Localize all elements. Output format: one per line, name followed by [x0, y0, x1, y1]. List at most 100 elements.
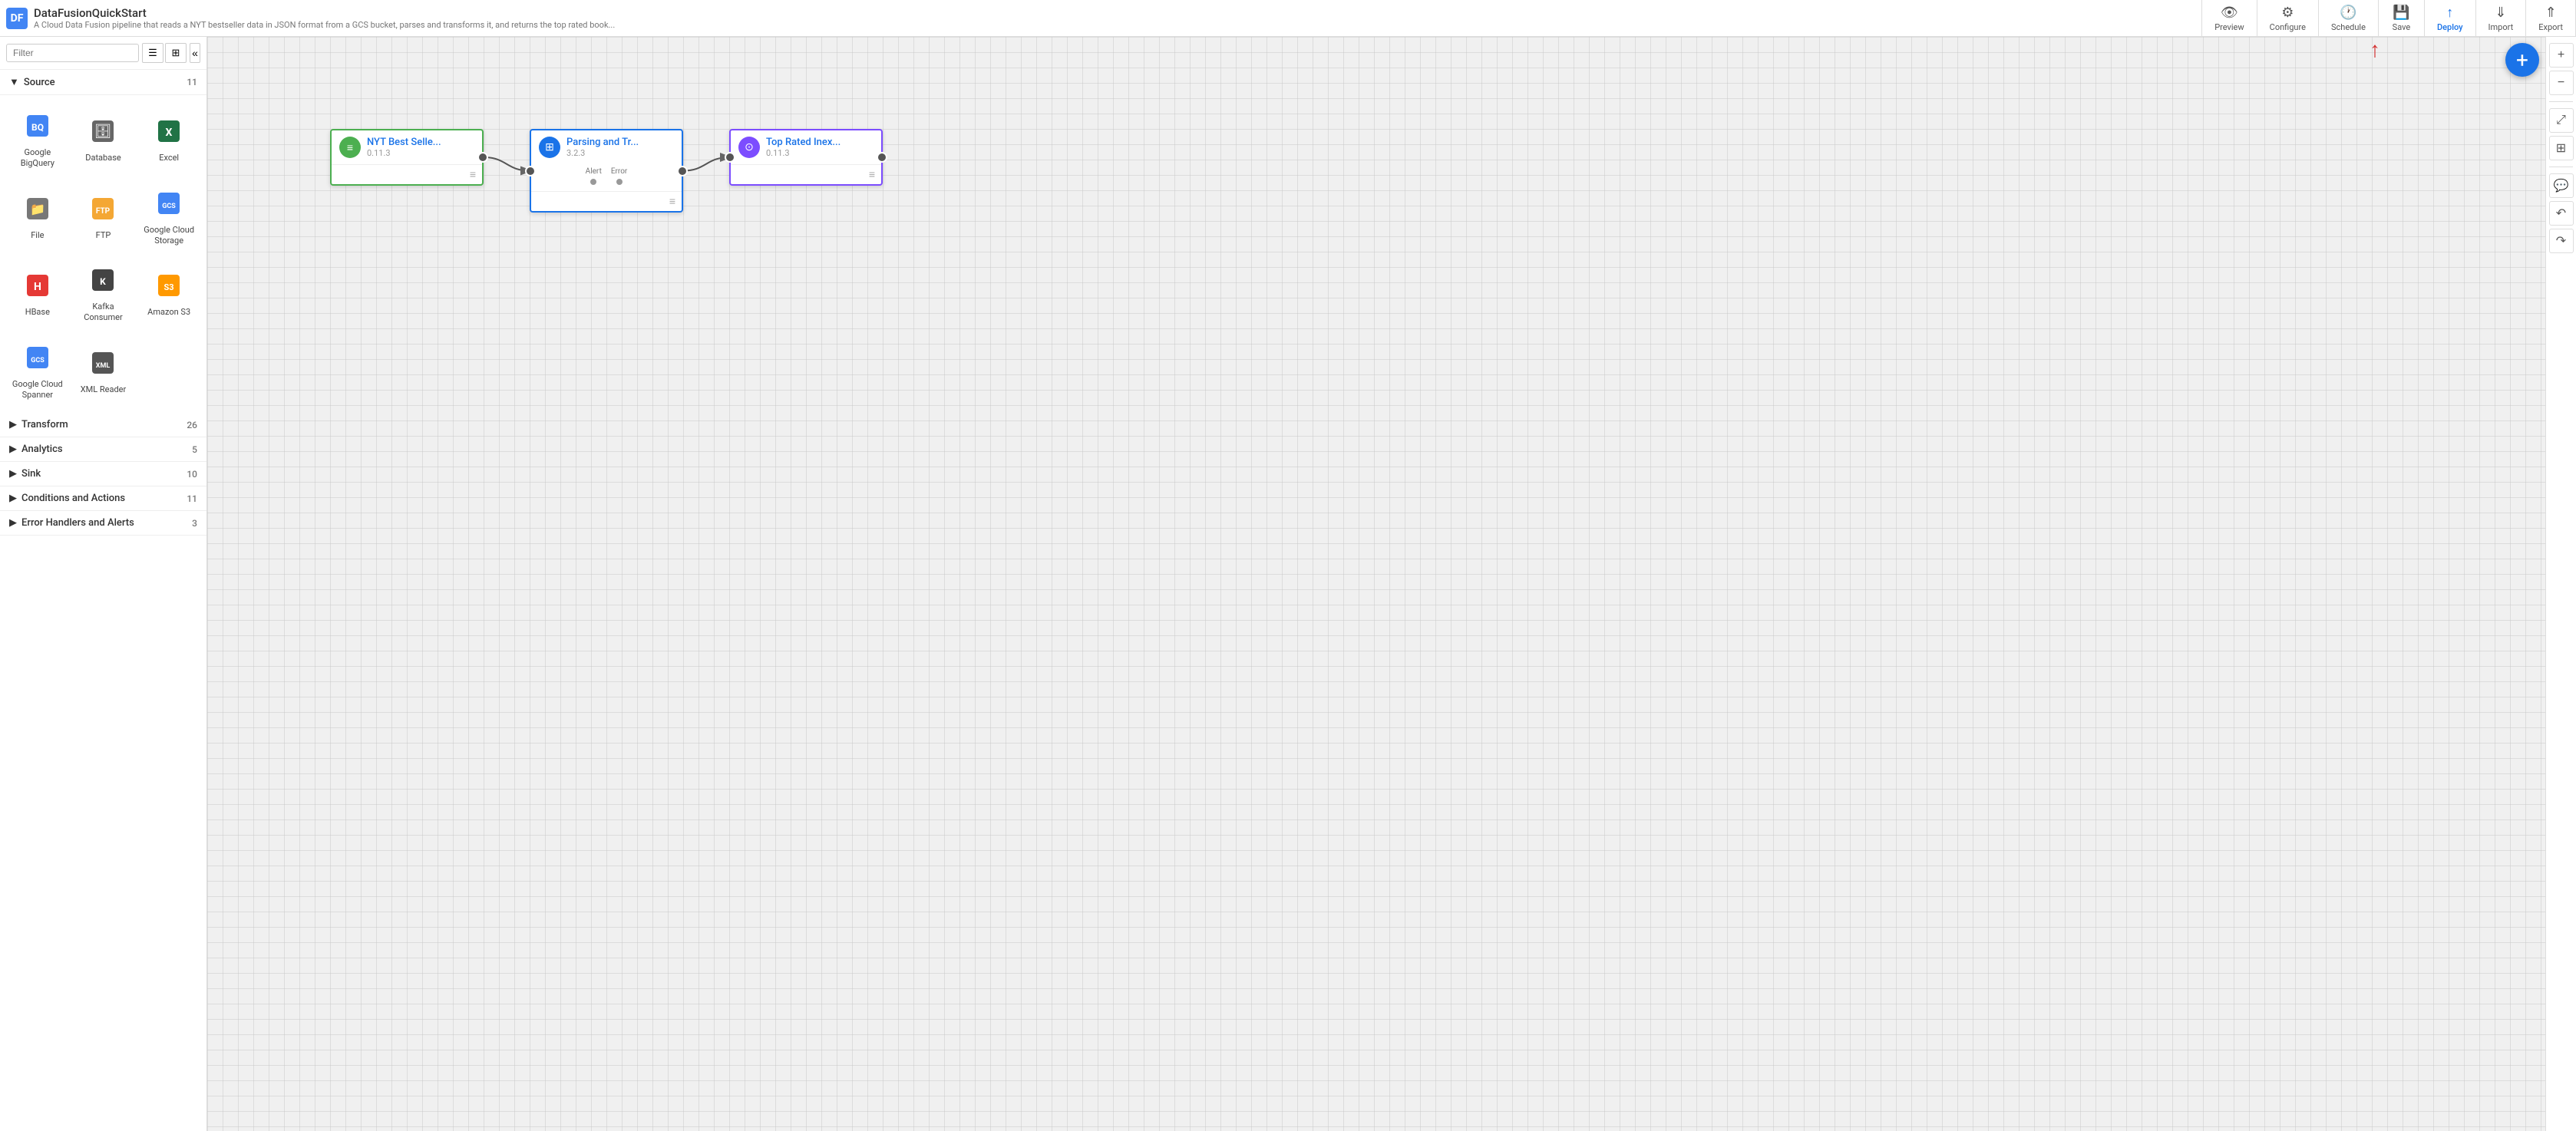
svg-text:📁: 📁	[30, 202, 45, 216]
import-button[interactable]: ⇓Import	[2476, 0, 2527, 37]
toolbar-divider-2	[2549, 101, 2573, 102]
plugin-label-bigquery: Google BigQuery	[9, 147, 66, 170]
sidebar-sections: ▼ Source 11 BQ Google BigQuery 🗄 Databas…	[0, 70, 206, 536]
section-count-analytics: 5	[192, 444, 197, 455]
redo-button[interactable]: ↷	[2549, 229, 2574, 253]
plugin-icon-ftp: FTP	[84, 190, 121, 227]
node-nyt[interactable]: ≡ NYT Best Selle... 0.11.3 ≡	[330, 129, 484, 186]
preview-button[interactable]: 👁Preview	[2202, 0, 2257, 37]
save-button[interactable]: 💾Save	[2379, 0, 2425, 37]
fit-button[interactable]: ⤢	[2549, 108, 2574, 133]
plugin-label-s3: Amazon S3	[147, 307, 190, 318]
plugin-icon-spanner: GCS	[19, 339, 56, 376]
section-count-sink: 10	[187, 469, 197, 480]
section-header-sink[interactable]: ▶ Sink 10	[0, 462, 206, 486]
plugin-excel[interactable]: X Excel	[137, 101, 200, 176]
main-layout: ☰ ⊞ « ▼ Source 11 BQ Google BigQuery 🗄 D…	[0, 37, 2576, 1131]
pipeline-logo-icon: DF	[6, 8, 28, 29]
zoom-out-icon: −	[2558, 76, 2564, 90]
section-header-conditions[interactable]: ▶ Conditions and Actions 11	[0, 486, 206, 511]
canvas-area[interactable]: ≡ NYT Best Selle... 0.11.3 ≡ ⊞ Parsing a…	[207, 37, 2545, 1131]
schedule-button[interactable]: 🕐Schedule	[2319, 0, 2379, 37]
node-menu-icon-parsing[interactable]: ≡	[669, 195, 675, 208]
section-label-error_handlers: Error Handlers and Alerts	[21, 517, 192, 529]
section-header-analytics[interactable]: ▶ Analytics 5	[0, 437, 206, 462]
section-header-error_handlers[interactable]: ▶ Error Handlers and Alerts 3	[0, 511, 206, 536]
node-footer-toprated: ≡	[731, 164, 881, 184]
alert-port-parsing: Alert	[586, 167, 602, 186]
node-port-out-nyt[interactable]	[477, 152, 488, 163]
comment-button[interactable]: 💬	[2549, 173, 2574, 198]
plugins-grid-source: BQ Google BigQuery 🗄 Database X Excel 📁 …	[0, 95, 206, 413]
section-label-source: Source	[24, 77, 187, 88]
plugin-icon-kafka: K	[84, 262, 121, 298]
node-port-out-toprated[interactable]	[877, 152, 887, 163]
plugin-label-hbase: HBase	[25, 307, 50, 318]
plugin-xml[interactable]: XML XML Reader	[72, 333, 135, 407]
plugin-file[interactable]: 📁 File	[6, 179, 69, 253]
add-node-button[interactable]: +	[2505, 43, 2539, 77]
grid-view-button[interactable]: ⊞	[165, 43, 187, 63]
section-header-transform[interactable]: ▶ Transform 26	[0, 413, 206, 437]
svg-text:GCS: GCS	[31, 357, 45, 364]
export-button[interactable]: ⇑Export	[2526, 0, 2576, 37]
plugin-label-xml: XML Reader	[81, 384, 127, 395]
plugin-spanner[interactable]: GCS Google Cloud Spanner	[6, 333, 69, 407]
node-footer-parsing: ≡	[531, 191, 682, 211]
plugin-label-ftp: FTP	[96, 230, 111, 241]
sidebar-view-buttons: ☰ ⊞	[142, 43, 187, 63]
node-menu-icon-nyt[interactable]: ≡	[470, 168, 476, 181]
connection-nyt-parsing	[484, 157, 530, 171]
filter-input[interactable]	[6, 44, 139, 62]
error-port-parsing: Error	[611, 167, 627, 186]
plugin-label-gcs: Google Cloud Storage	[140, 225, 197, 247]
section-header-source[interactable]: ▼ Source 11	[0, 70, 206, 95]
deploy-icon: ↑	[2446, 5, 2453, 21]
plugin-label-file: File	[31, 230, 44, 241]
grid-button[interactable]: ⊞	[2549, 136, 2574, 160]
section-arrow-transform: ▶	[9, 419, 17, 430]
zoom-in-button[interactable]: +	[2549, 43, 2574, 68]
alert-dot-parsing[interactable]	[589, 177, 598, 186]
plugin-gcs[interactable]: GCS Google Cloud Storage	[137, 179, 200, 253]
plugin-s3[interactable]: S3 Amazon S3	[137, 256, 200, 330]
comment-icon: 💬	[2554, 178, 2569, 193]
top-bar: DF DataFusionQuickStart A Cloud Data Fus…	[0, 0, 2576, 37]
plugin-hbase[interactable]: H HBase	[6, 256, 69, 330]
plugin-ftp[interactable]: FTP FTP	[72, 179, 135, 253]
node-menu-icon-toprated[interactable]: ≡	[869, 168, 875, 181]
node-port-in-toprated[interactable]	[725, 152, 735, 163]
fit-icon: ⤢	[2556, 114, 2566, 127]
deploy-button[interactable]: ↑Deploy	[2425, 0, 2476, 37]
zoom-out-button[interactable]: −	[2549, 71, 2574, 95]
plugin-icon-s3: S3	[150, 267, 187, 304]
plugin-icon-xml: XML	[84, 345, 121, 381]
node-version-toprated: 0.11.3	[766, 148, 841, 158]
svg-text:BQ: BQ	[31, 122, 44, 133]
node-port-in-parsing[interactable]	[525, 166, 536, 176]
top-actions: 👁Preview⚙Configure🕐Schedule💾Save↑Deploy⇓…	[2201, 0, 2576, 37]
plugin-database[interactable]: 🗄 Database	[72, 101, 135, 176]
configure-button[interactable]: ⚙Configure	[2257, 0, 2319, 37]
node-header-nyt: ≡ NYT Best Selle... 0.11.3	[332, 130, 482, 164]
preview-icon: 👁	[2221, 5, 2238, 21]
plugin-kafka[interactable]: K Kafka Consumer	[72, 256, 135, 330]
node-parsing[interactable]: ⊞ Parsing and Tr... 3.2.3 Alert Error ≡	[530, 129, 683, 213]
zoom-in-icon: +	[2558, 48, 2564, 62]
collapse-sidebar-button[interactable]: «	[190, 43, 200, 63]
node-port-out-parsing[interactable]	[677, 166, 688, 176]
plugin-icon-bigquery: BQ	[19, 107, 56, 144]
plugin-icon-gcs: GCS	[150, 185, 187, 222]
right-toolbar: + − ⤢ ⊞ 💬 ↶ ↷	[2545, 37, 2576, 1131]
undo-button[interactable]: ↶	[2549, 201, 2574, 226]
pipeline-desc: A Cloud Data Fusion pipeline that reads …	[34, 20, 615, 30]
plugin-bigquery[interactable]: BQ Google BigQuery	[6, 101, 69, 176]
section-arrow-analytics: ▶	[9, 443, 17, 455]
svg-text:K: K	[101, 276, 107, 287]
error-dot-parsing[interactable]	[615, 177, 624, 186]
sidebar-filter: ☰ ⊞ «	[0, 37, 206, 70]
node-toprated[interactable]: ⊙ Top Rated Inex... 0.11.3 ≡	[729, 129, 883, 186]
list-view-button[interactable]: ☰	[142, 43, 163, 63]
svg-text:H: H	[34, 281, 41, 293]
section-count-conditions: 11	[187, 493, 197, 504]
